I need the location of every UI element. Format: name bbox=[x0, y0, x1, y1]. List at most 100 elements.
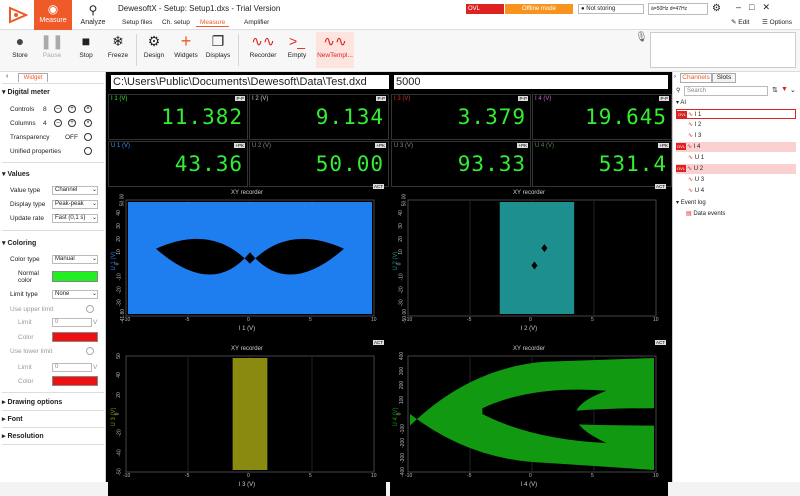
tab-amplifier[interactable]: Amplifier bbox=[240, 19, 273, 26]
window-controls[interactable]: –□✕ bbox=[736, 2, 778, 13]
channel-item[interactable]: ∿ U 3 bbox=[676, 175, 796, 185]
freeze-button[interactable]: ❄ Freeze bbox=[102, 32, 134, 68]
section-values[interactable]: ▾ Values bbox=[2, 170, 104, 178]
channel-item[interactable]: ∿ I 3 bbox=[676, 131, 796, 141]
xy-recorder[interactable]: XY recorder ACT I 3 (V) U 3 (V) 50 40 20 0 -2… bbox=[108, 340, 386, 496]
channel-item[interactable]: ∿ I 2 bbox=[676, 120, 796, 130]
pause-button[interactable]: ❚❚ Pause bbox=[36, 32, 68, 68]
plus-icon[interactable]: + bbox=[68, 105, 76, 113]
storing-status[interactable]: ● Not storing bbox=[578, 4, 644, 14]
minus-icon[interactable]: – bbox=[54, 119, 62, 127]
digital-meter[interactable]: U 4 (V) +PK 531.4 bbox=[532, 141, 672, 187]
tab-measure[interactable]: Measure bbox=[196, 19, 230, 27]
limit-type-select[interactable]: None ⌄ bbox=[52, 290, 98, 299]
frequency-indicator[interactable]: ä=50Hz d=47Hz bbox=[648, 3, 708, 15]
remove-icon[interactable]: × bbox=[84, 105, 92, 113]
xy-recorder[interactable]: XY recorder ACT I 4 (V) U 4 (V) 400 300 200… bbox=[390, 340, 668, 496]
channel-item[interactable]: OVL ∿ I 1 bbox=[676, 109, 796, 119]
xy-recorder[interactable]: XY recorder ACT I 2 (V) U 2 (V) 50.00 40 30… bbox=[390, 184, 668, 340]
group-event-log[interactable]: ▾ Event log bbox=[676, 198, 796, 208]
channel-item[interactable]: ∿ U 4 bbox=[676, 186, 796, 196]
channel-search-input[interactable]: Search bbox=[684, 86, 768, 96]
meter-value: 11.382 bbox=[161, 105, 243, 129]
value-type-select[interactable]: Channel ⌄ bbox=[52, 186, 98, 195]
digital-meter[interactable]: U 3 (V) +PK 93.33 bbox=[391, 141, 531, 187]
edit-button[interactable]: ✎ Edit bbox=[731, 18, 749, 26]
notes-area[interactable] bbox=[650, 32, 796, 68]
x-axis-label: I 1 (V) bbox=[238, 326, 256, 332]
channel-item[interactable]: ∿ U 1 bbox=[676, 153, 796, 163]
channel-item[interactable]: OVL ∿ I 4 bbox=[676, 142, 796, 152]
digital-meter[interactable]: I 3 (V) P-P 3.379 bbox=[391, 94, 531, 140]
xy-recorder[interactable]: XY recorder ACT I 1 (V) U 1 (V) 50.00 40 30… bbox=[108, 184, 386, 340]
tab-channels[interactable]: Channels bbox=[680, 73, 712, 83]
widgets-button[interactable]: + Widgets bbox=[170, 32, 202, 68]
sort-icon[interactable]: ⇅ bbox=[772, 86, 778, 94]
color-type-select[interactable]: Manual ⌄ bbox=[52, 255, 98, 264]
y-tick: -300 bbox=[400, 452, 407, 463]
digital-meter[interactable]: I 2 (V) P-P 9.134 bbox=[249, 94, 389, 140]
update-rate-label: Update rate bbox=[10, 215, 44, 222]
channel-item[interactable]: OVL ∿ U 2 bbox=[676, 164, 796, 174]
lower-color-swatch[interactable] bbox=[52, 376, 98, 386]
section-resolution[interactable]: ▸ Resolution bbox=[2, 432, 104, 440]
use-lower-limit-toggle[interactable] bbox=[86, 347, 94, 355]
normal-color-swatch[interactable] bbox=[52, 271, 98, 282]
section-drawing-options[interactable]: ▸ Drawing options bbox=[2, 398, 104, 406]
filter-icon[interactable]: ▼ bbox=[781, 86, 788, 93]
y-tick: -40 bbox=[116, 449, 123, 457]
minus-icon[interactable]: – bbox=[54, 105, 62, 113]
chevron-down-icon[interactable]: ⌄ bbox=[790, 86, 796, 94]
store-button[interactable]: ● Store bbox=[4, 32, 36, 68]
collapse-arrow-icon[interactable]: › bbox=[674, 74, 676, 80]
empty-display-button[interactable]: >_ Empty bbox=[282, 32, 312, 68]
analyze-mode-button[interactable]: ⚲ Analyze bbox=[76, 0, 110, 30]
meter-label: I 1 (V) bbox=[111, 96, 128, 102]
y-tick: -20 bbox=[398, 286, 405, 294]
overload-icon: OVL bbox=[676, 164, 686, 172]
design-button[interactable]: ⚙ Design bbox=[138, 32, 170, 68]
digital-meter[interactable]: U 2 (V) +PK 50.00 bbox=[249, 141, 389, 187]
update-rate-select[interactable]: Fast (0,1 s) ⌄ bbox=[52, 214, 98, 223]
new-template-button[interactable]: ∿∿ NewTempl... bbox=[316, 32, 354, 68]
x-tick: 10 bbox=[371, 317, 377, 323]
y-tick: -50 bbox=[116, 468, 123, 476]
display-type-select[interactable]: Peak-peak ⌄ bbox=[52, 200, 98, 209]
digital-meter[interactable]: U 1 (V) +PK 43.36 bbox=[108, 141, 248, 187]
file-path-display[interactable]: C:\Users\Public\Documents\Dewesoft\Data\… bbox=[110, 74, 390, 90]
digital-meter[interactable]: I 4 (V) P-P 19.645 bbox=[532, 94, 672, 140]
overload-indicator[interactable]: OVL bbox=[466, 4, 504, 14]
active-badge: ACT bbox=[655, 184, 666, 189]
tab-widget[interactable]: Widget bbox=[18, 73, 48, 82]
displays-button[interactable]: ❐ Displays bbox=[202, 32, 234, 68]
lower-limit-input[interactable]: 0 bbox=[52, 363, 92, 372]
recorder-display-button[interactable]: ∿∿ Recorder bbox=[244, 32, 282, 68]
y-tick: 40 bbox=[115, 210, 122, 216]
upper-color-swatch[interactable] bbox=[52, 332, 98, 342]
transparency-toggle[interactable] bbox=[84, 133, 92, 141]
upper-limit-input[interactable]: 0 bbox=[52, 318, 92, 327]
use-upper-limit-toggle[interactable] bbox=[86, 305, 94, 313]
offline-mode-badge[interactable]: Offline mode bbox=[505, 4, 573, 14]
plus-icon[interactable]: + bbox=[68, 119, 76, 127]
options-button[interactable]: ☰ Options bbox=[762, 18, 792, 26]
remove-icon[interactable]: × bbox=[84, 119, 92, 127]
settings-gear-icon[interactable]: ⚙ bbox=[712, 3, 721, 14]
microphone-icon[interactable]: 🎙 bbox=[635, 32, 648, 43]
data-events-item[interactable]: ▤ Data events bbox=[686, 209, 800, 219]
stop-button[interactable]: ■ Stop bbox=[70, 32, 102, 68]
group-ai[interactable]: ▾ AI bbox=[676, 98, 796, 108]
sample-count-display[interactable]: 5000 bbox=[393, 74, 669, 90]
chevron-down-icon: ⌄ bbox=[91, 215, 97, 221]
tab-ch-setup[interactable]: Ch. setup bbox=[158, 19, 194, 26]
unified-properties-toggle[interactable] bbox=[84, 147, 92, 155]
collapse-arrow-icon[interactable]: ‹ bbox=[6, 73, 8, 80]
section-coloring[interactable]: ▾ Coloring bbox=[2, 239, 104, 247]
section-font[interactable]: ▸ Font bbox=[2, 415, 104, 423]
chevron-down-icon: ⌄ bbox=[91, 201, 97, 207]
tab-setup-files[interactable]: Setup files bbox=[118, 19, 156, 26]
tab-slots[interactable]: Slots bbox=[712, 73, 736, 83]
digital-meter[interactable]: I 1 (V) P-P 11.382 bbox=[108, 94, 248, 140]
measure-mode-button[interactable]: ◉ Measure bbox=[34, 0, 72, 30]
section-digital-meter[interactable]: ▾ Digital meter bbox=[2, 88, 104, 96]
